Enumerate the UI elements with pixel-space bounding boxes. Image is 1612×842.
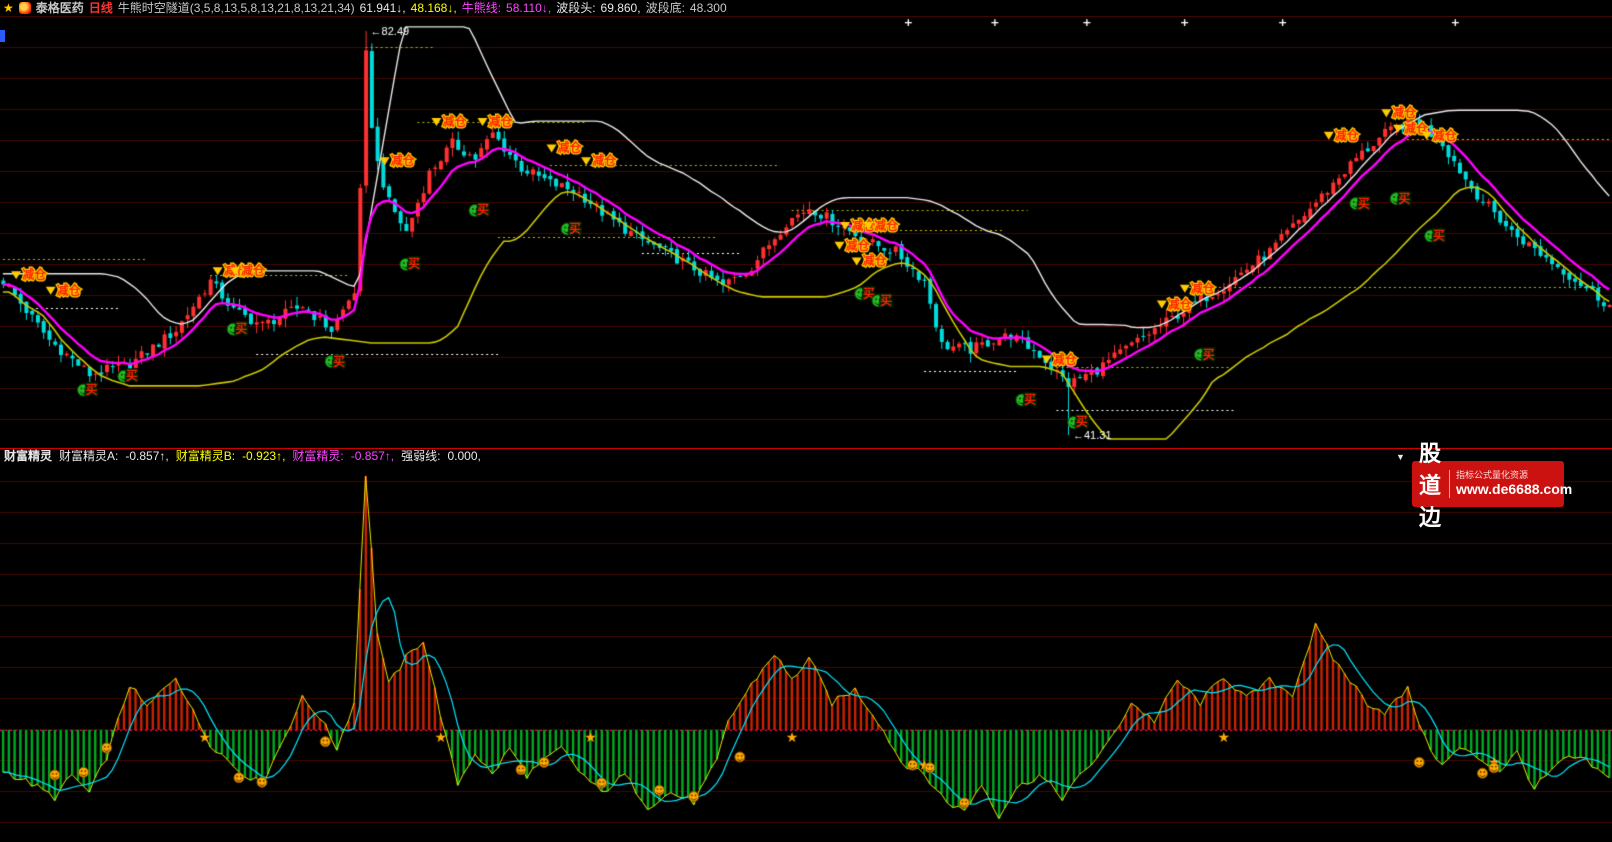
bull-bear-label: 牛熊线: <box>462 0 501 16</box>
sub-indicator-bar: 财富精灵 财富精灵A: -0.857↑, 财富精灵B: -0.923↑, 财富精… <box>0 448 1612 464</box>
watermark-tagline: 指标公式量化资源 <box>1456 470 1572 481</box>
wave-bottom-value: 48.300 <box>690 0 727 16</box>
left-edge-blue-marker <box>0 30 5 42</box>
wealth-a-label: 财富精灵A: <box>59 449 118 464</box>
wealth-c-value: -0.857↑, <box>351 449 394 464</box>
tunnel-lower-value: 48.168↓, <box>411 0 457 16</box>
watermark-badge: 股道边 指标公式量化资源 www.de6688.com <box>1412 461 1564 507</box>
stock-name[interactable]: 泰格医药 <box>36 0 84 16</box>
tunnel-upper-value: 61.941↓, <box>360 0 406 16</box>
wealth-sprite-oscillator[interactable] <box>0 464 1612 842</box>
top-indicator-bar: ★ 泰格医药 日线 牛熊时空隧道(3,5,8,13,5,8,13,21,8,13… <box>0 0 1612 16</box>
wealth-b-label: 财富精灵B: <box>176 449 235 464</box>
wave-top-value: 69.860, <box>601 0 641 16</box>
period-label[interactable]: 日线 <box>89 0 113 16</box>
wave-bottom-label: 波段底: <box>646 0 685 16</box>
bull-bear-value: 58.110↓, <box>506 0 551 16</box>
watermark-brand: 股道边 <box>1419 436 1442 532</box>
wealth-b-value: -0.923↑, <box>242 449 285 464</box>
main-price-chart[interactable] <box>0 16 1612 448</box>
wave-top-label: 波段头: <box>556 0 595 16</box>
watermark-url: www.de6688.com <box>1456 481 1572 499</box>
oscillator-panel-label[interactable]: 财富精灵 <box>4 449 52 464</box>
strength-line-value: 0.000, <box>447 449 480 464</box>
strength-line-label: 强弱线: <box>401 449 440 464</box>
panel-collapse-icon[interactable]: ▼ <box>1396 450 1405 465</box>
app-window: ★ 泰格医药 日线 牛熊时空隧道(3,5,8,13,5,8,13,21,8,13… <box>0 0 1612 842</box>
indicator-title[interactable]: 牛熊时空隧道(3,5,8,13,5,8,13,21,8,13,21,34) <box>118 0 355 16</box>
wealth-c-label: 财富精灵: <box>292 449 343 464</box>
app-logo-icon <box>19 2 31 14</box>
favorite-star-icon[interactable]: ★ <box>3 0 14 16</box>
wealth-a-value: -0.857↑, <box>125 449 168 464</box>
